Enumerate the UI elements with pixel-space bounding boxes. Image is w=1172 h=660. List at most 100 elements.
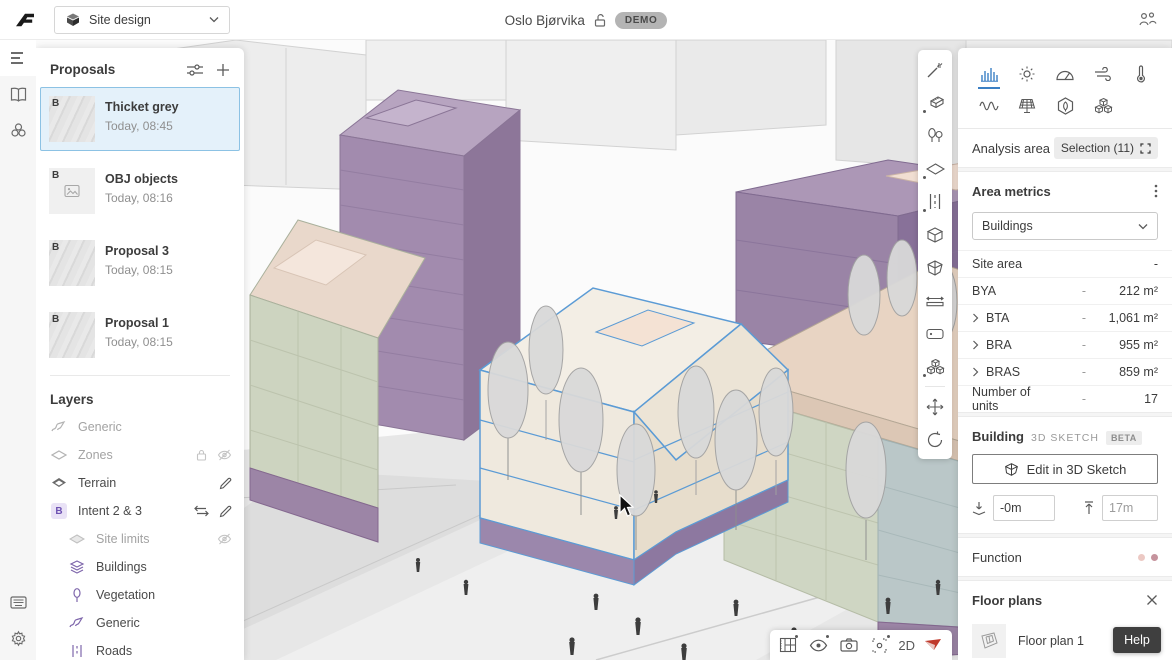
proposal-time: Today, 08:16 <box>105 191 178 205</box>
eye-off-icon[interactable] <box>217 449 232 461</box>
vegetation-tool[interactable] <box>918 119 952 152</box>
chevron-right-icon[interactable] <box>972 340 986 350</box>
proposal-item-proposal-3[interactable]: B Proposal 3 Today, 08:15 <box>40 231 240 295</box>
magic-wand-tool[interactable] <box>918 53 952 86</box>
toolbar-divider <box>925 386 945 387</box>
close-icon[interactable] <box>1146 594 1158 606</box>
road-tool[interactable] <box>918 185 952 218</box>
base-height-input[interactable] <box>993 495 1055 521</box>
tab-daylight[interactable] <box>1046 58 1084 90</box>
building-tool[interactable] <box>918 86 952 119</box>
tab-embodied-carbon[interactable] <box>1046 90 1084 122</box>
rail-assets-button[interactable] <box>0 112 36 148</box>
metric-row-bra[interactable]: BRA - 955 m² <box>958 331 1172 358</box>
label-tool[interactable] <box>918 317 952 350</box>
sketch-cube-icon <box>1004 462 1019 477</box>
help-button[interactable]: Help <box>1113 627 1161 653</box>
metrics-category-dropdown[interactable]: Buildings <box>972 212 1158 240</box>
move-tool[interactable] <box>918 390 952 423</box>
demo-badge: DEMO <box>615 12 667 29</box>
proposal-name: Proposal 1 <box>105 316 173 330</box>
layer-site-limits[interactable]: Site limits <box>36 525 244 553</box>
edit-3d-sketch-button[interactable]: Edit in 3D Sketch <box>972 454 1158 484</box>
viewport-controls: 2D <box>770 630 952 660</box>
compass-north-icon[interactable] <box>921 633 945 657</box>
focus-selection-button[interactable] <box>868 633 892 657</box>
metric-row-bras[interactable]: BRAS - 859 m² <box>958 358 1172 385</box>
proposal-thumbnail: B <box>49 168 95 214</box>
proposals-panel: Proposals B Thicket grey Today, 08:45 B <box>36 48 244 660</box>
total-height-input[interactable] <box>1102 495 1158 521</box>
add-proposal-icon[interactable] <box>216 63 230 77</box>
chevron-right-icon[interactable] <box>972 313 986 323</box>
rail-settings-button[interactable] <box>0 620 36 656</box>
tab-noise[interactable] <box>970 90 1008 122</box>
measure-tool[interactable] <box>918 284 952 317</box>
proposals-list-icon <box>10 51 26 65</box>
layer-intent-2-3[interactable]: B Intent 2 & 3 <box>36 497 244 525</box>
proposal-name: Thicket grey <box>105 100 179 114</box>
tab-thermal[interactable] <box>1122 58 1160 90</box>
proposal-thumbnail: B <box>49 96 95 142</box>
proposal-item-thicket-grey[interactable]: B Thicket grey Today, 08:45 <box>40 87 240 151</box>
tab-sun[interactable] <box>1008 58 1046 90</box>
layer-terrain[interactable]: Terrain <box>36 469 244 497</box>
unlock-icon[interactable] <box>593 13 607 28</box>
layer-vegetation[interactable]: Vegetation <box>36 581 244 609</box>
pencil-icon[interactable] <box>219 505 232 518</box>
grid-view-button[interactable] <box>776 633 800 657</box>
left-rail <box>0 40 36 660</box>
proposal-time: Today, 08:45 <box>105 119 179 133</box>
panel-divider <box>50 375 230 376</box>
swap-arrows-icon[interactable] <box>194 505 209 517</box>
layer-zones[interactable]: Zones <box>36 441 244 469</box>
selection-corners-icon <box>1140 143 1151 154</box>
function-row[interactable]: Function <box>958 538 1172 576</box>
rotate-tool[interactable] <box>918 423 952 456</box>
proposals-title: Proposals <box>50 62 174 77</box>
analysis-panel: Analysis area Selection (11) Area metric… <box>958 48 1172 660</box>
selection-pill[interactable]: Selection (11) <box>1054 137 1158 159</box>
proposal-item-obj-objects[interactable]: B OBJ objects Today, 08:16 <box>40 159 240 223</box>
mode-2d-button[interactable]: 2D <box>898 638 915 653</box>
scribble-icon <box>50 420 68 434</box>
proposal-name: OBJ objects <box>105 172 178 186</box>
app-window: Site design Oslo Bjørvika DEMO <box>0 0 1172 660</box>
layer-roads[interactable]: Roads <box>36 637 244 660</box>
kebab-menu-icon[interactable] <box>1154 184 1158 198</box>
sketch-tool[interactable] <box>918 251 952 284</box>
pencil-icon[interactable] <box>219 477 232 490</box>
camera-button[interactable] <box>837 633 861 657</box>
proposal-item-proposal-1[interactable]: B Proposal 1 Today, 08:15 <box>40 303 240 367</box>
eye-off-icon[interactable] <box>217 533 232 545</box>
height-arrow-icon <box>1083 501 1095 515</box>
tab-solar-panels[interactable] <box>1008 90 1046 122</box>
metric-row-units: Number of units - 17 <box>958 385 1172 412</box>
layer-buildings[interactable]: Buildings <box>36 553 244 581</box>
filter-sliders-icon[interactable] <box>186 63 204 77</box>
project-title: Oslo Bjørvika <box>505 13 585 28</box>
tab-massing[interactable] <box>1084 90 1122 122</box>
forma-logo[interactable] <box>14 11 36 29</box>
assets-cluster-icon <box>10 122 27 138</box>
layer-generic-1[interactable]: Generic <box>36 413 244 441</box>
metric-row-bta[interactable]: BTA - 1,061 m² <box>958 304 1172 331</box>
keyboard-icon <box>10 596 27 609</box>
layer-generic-2[interactable]: Generic <box>36 609 244 637</box>
tab-area-metrics[interactable] <box>970 58 1008 90</box>
area-metrics-title: Area metrics <box>972 184 1154 199</box>
base-elevation-icon <box>972 501 986 516</box>
zone-tool[interactable] <box>918 152 952 185</box>
workspace-label: Site design <box>89 13 201 27</box>
collaborators-icon[interactable] <box>1138 10 1158 28</box>
volume-tool[interactable] <box>918 218 952 251</box>
workspace-selector[interactable]: Site design <box>54 6 230 34</box>
tab-wind[interactable] <box>1084 58 1122 90</box>
rail-library-button[interactable] <box>0 76 36 112</box>
chevron-right-icon[interactable] <box>972 367 986 377</box>
rail-shortcuts-button[interactable] <box>0 584 36 620</box>
visibility-button[interactable] <box>807 633 831 657</box>
rail-proposals-button[interactable] <box>0 40 36 76</box>
beta-badge: BETA <box>1106 431 1142 445</box>
objects-group-tool[interactable] <box>918 350 952 383</box>
